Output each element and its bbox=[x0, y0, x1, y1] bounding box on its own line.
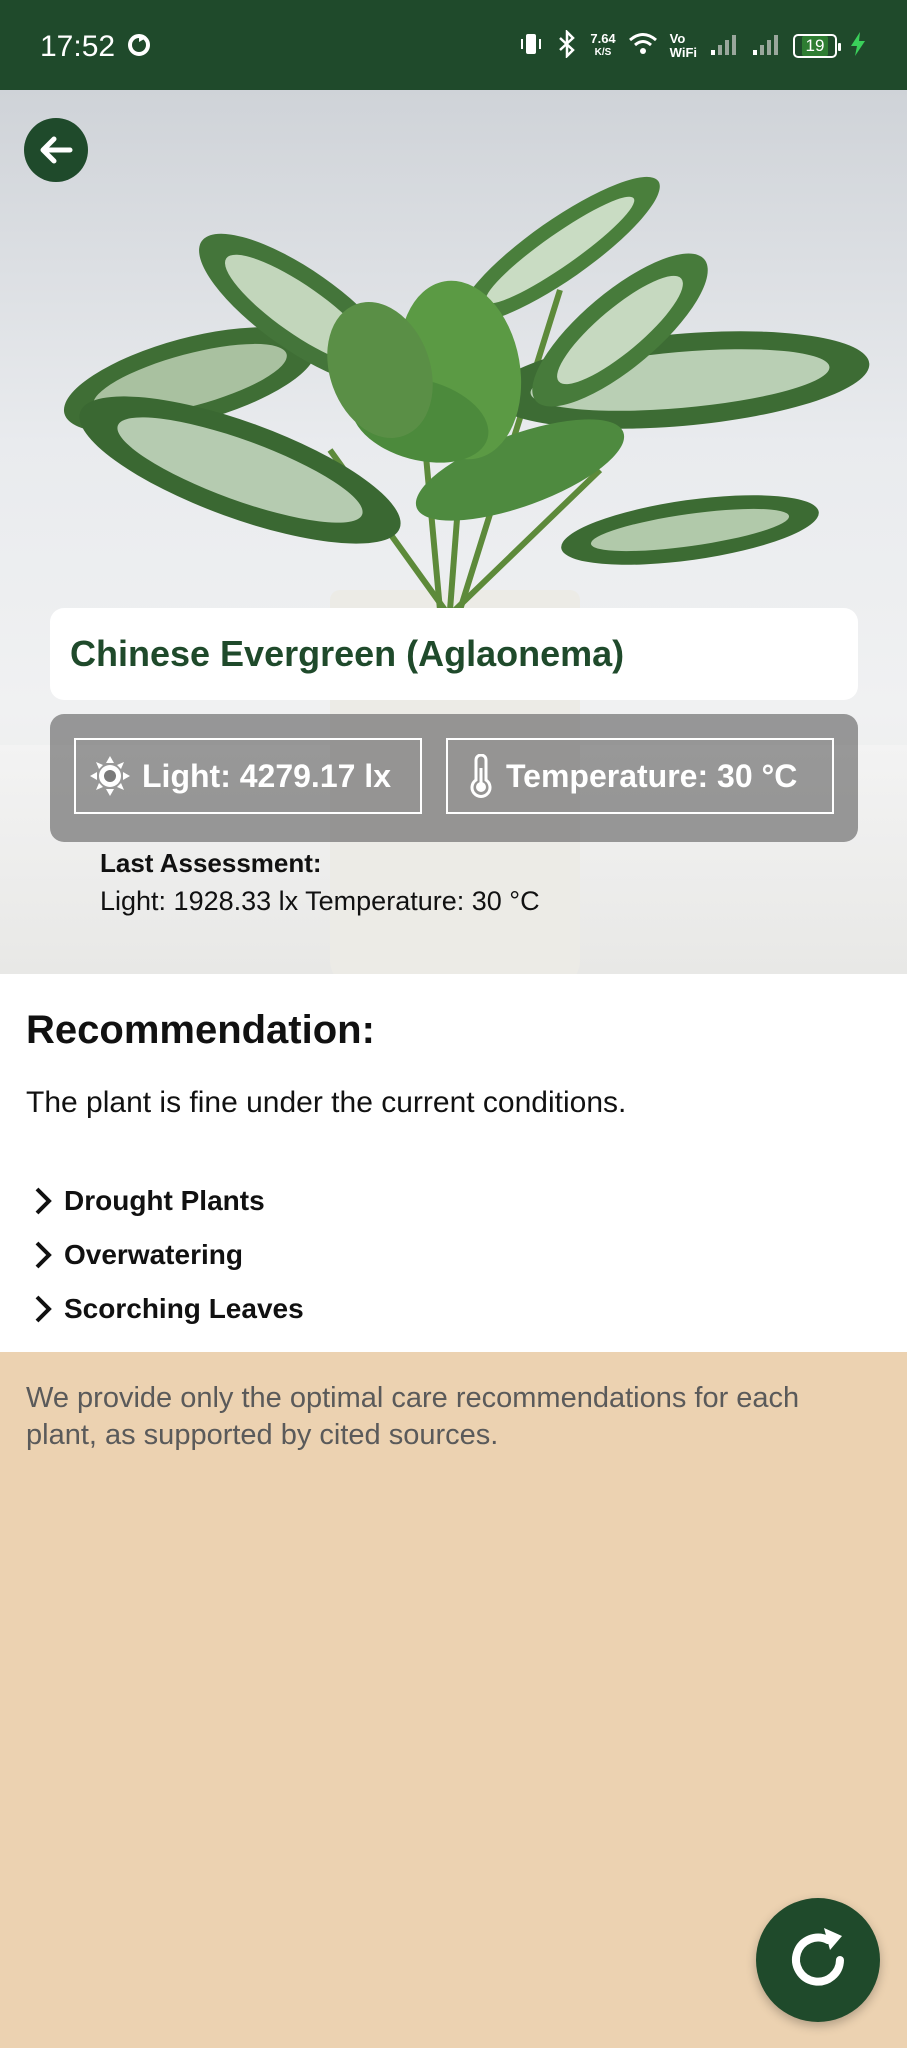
vowifi-indicator: Vo WiFi bbox=[670, 32, 697, 60]
plant-title-card: Chinese Evergreen (Aglaonema) bbox=[50, 608, 858, 700]
refresh-icon bbox=[792, 1928, 844, 1986]
topic-label: Overwatering bbox=[64, 1239, 243, 1270]
battery-level: 19 bbox=[801, 36, 829, 56]
plant-name: Chinese Evergreen (Aglaonema) bbox=[70, 633, 625, 674]
light-reading: Light: 4279.17 lx bbox=[74, 738, 422, 814]
bluetooth-icon bbox=[556, 28, 578, 63]
refresh-button[interactable] bbox=[756, 1898, 880, 2022]
disclaimer-text: We provide only the optimal care recomme… bbox=[26, 1382, 800, 1451]
recommendation-section: Recommendation: The plant is fine under … bbox=[0, 974, 907, 1352]
battery-indicator: 19 bbox=[793, 34, 841, 58]
arrow-left-icon bbox=[40, 136, 73, 164]
speed-unit: K/S bbox=[594, 47, 612, 58]
thermometer-icon bbox=[466, 754, 496, 798]
charging-icon bbox=[849, 31, 867, 62]
status-time: 17:52 bbox=[40, 30, 116, 63]
signal-icon-1 bbox=[709, 32, 739, 61]
last-assessment-values: Light: 1928.33 lx Temperature: 30 °C bbox=[100, 886, 540, 916]
vowifi-bottom: WiFi bbox=[669, 45, 697, 60]
topic-label: Drought Plants bbox=[64, 1185, 265, 1216]
temperature-reading: Temperature: 30 °C bbox=[446, 738, 834, 814]
sensor-panel: Light: 4279.17 lx Temperature: 30 °C bbox=[50, 714, 858, 842]
recommendation-text: The plant is fine under the current cond… bbox=[26, 1086, 627, 1119]
speed-value: 7.64 bbox=[590, 31, 616, 46]
topic-overwatering[interactable]: Overwatering bbox=[32, 1232, 243, 1278]
sync-icon bbox=[126, 32, 152, 63]
wifi-icon bbox=[628, 31, 658, 62]
back-button[interactable] bbox=[24, 118, 88, 182]
status-bar: 17:52 7.64 K/S Vo WiFi 19 bbox=[0, 0, 907, 90]
chevron-right-icon bbox=[32, 1186, 54, 1216]
signal-icon-2 bbox=[751, 32, 781, 61]
plant-hero: Chinese Evergreen (Aglaonema) Light: 427… bbox=[0, 90, 907, 974]
network-speed: 7.64 K/S bbox=[590, 32, 615, 60]
last-assessment-title: Last Assessment: bbox=[100, 848, 322, 878]
vowifi-top: Vo bbox=[669, 31, 686, 46]
topic-scorching-leaves[interactable]: Scorching Leaves bbox=[32, 1286, 304, 1332]
sun-icon bbox=[88, 754, 132, 798]
recommendation-heading: Recommendation: bbox=[26, 1008, 375, 1052]
vibrate-icon bbox=[518, 31, 544, 62]
chevron-right-icon bbox=[32, 1294, 54, 1324]
topic-label: Scorching Leaves bbox=[64, 1293, 304, 1324]
chevron-right-icon bbox=[32, 1240, 54, 1270]
topic-drought-plants[interactable]: Drought Plants bbox=[32, 1178, 265, 1224]
light-value: Light: 4279.17 lx bbox=[142, 757, 391, 794]
status-icons: 7.64 K/S Vo WiFi 19 bbox=[518, 26, 867, 66]
temperature-value: Temperature: 30 °C bbox=[506, 757, 798, 794]
